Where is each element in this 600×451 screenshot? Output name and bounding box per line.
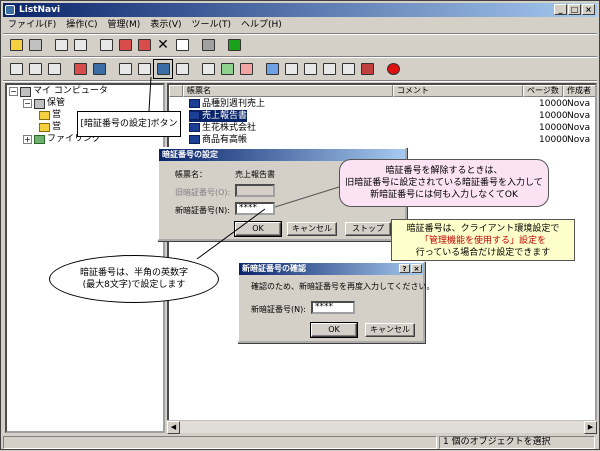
app-window: ListNavi _ □ × ファイル(F) 操作(C) 管理(M) 表示(V)…	[0, 0, 600, 450]
round-line-1: 暗証番号は、半角の英数字	[79, 268, 188, 278]
yellow-line-1: 暗証番号は、クライアント環境設定で	[406, 224, 560, 234]
pink-line-3: 新暗証番号には何も入力しなくてOK	[370, 190, 518, 200]
round-callout-pointer	[196, 208, 266, 260]
pink-callout-pointer	[274, 186, 340, 208]
yellow-line-3: 行っている場合だけ設定できます	[415, 248, 551, 258]
setting-condition-callout: 暗証番号は、クライアント環境設定で 「管理機能を使用する」設定を 行っている場合…	[391, 219, 575, 261]
button-callout-pointer	[148, 76, 152, 112]
pink-line-1: 暗証番号を解除するときは、	[385, 166, 503, 176]
password-format-callout: 暗証番号は、半角の英数字 (最大8文字)で設定します	[49, 255, 219, 303]
password-button-callout: [暗証番号の設定]ボタン	[77, 111, 181, 137]
yellow-line-2: 「管理機能を使用する」設定を	[419, 236, 546, 246]
pink-line-2: 旧暗証番号に設定されている暗証番号を入力して	[345, 178, 543, 188]
round-line-2: (最大8文字)で設定します	[82, 280, 186, 290]
clear-password-callout: 暗証番号を解除するときは、 旧暗証番号に設定されている暗証番号を入力して 新暗証…	[339, 159, 549, 207]
